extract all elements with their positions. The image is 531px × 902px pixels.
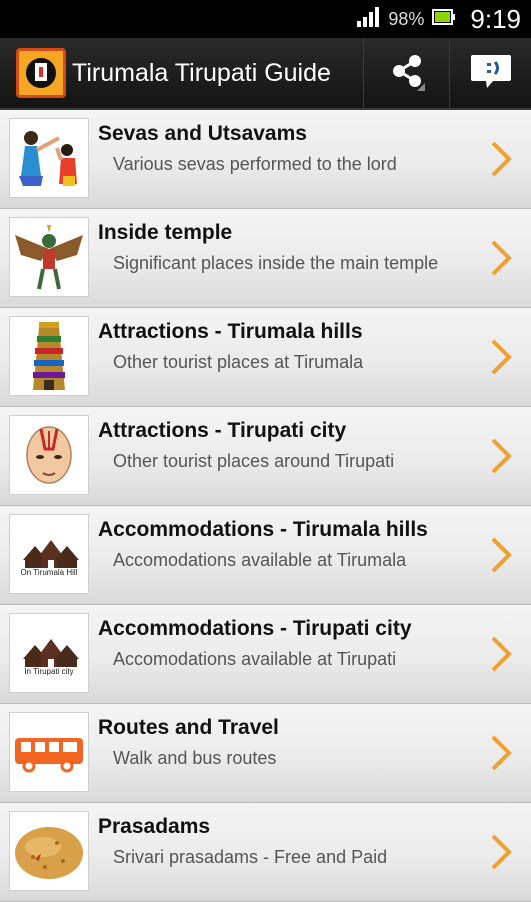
- garuda-illustration: [9, 217, 89, 297]
- item-title: Sevas and Utsavams: [98, 122, 307, 145]
- item-subtitle: Other tourist places at Tirumala: [113, 352, 364, 372]
- chevron-right-icon: [491, 834, 512, 870]
- priest-face-illustration: [9, 415, 89, 495]
- list-item-routes[interactable]: Routes and Travel Walk and bus routes: [0, 704, 531, 803]
- list-item-inside-temple[interactable]: Inside temple Significant places inside …: [0, 209, 531, 308]
- item-title: Inside temple: [98, 221, 233, 244]
- feedback-button[interactable]: [449, 38, 531, 108]
- item-title: Accommodations - Tirumala hills: [98, 518, 428, 541]
- item-subtitle: Other tourist places around Tirupati: [113, 451, 395, 471]
- list-item-attractions-tirumala[interactable]: Attractions - Tirumala hills Other touri…: [0, 308, 531, 407]
- list-item-sevas[interactable]: Sevas and Utsavams Various sevas perform…: [0, 110, 531, 209]
- item-title: Routes and Travel: [98, 716, 279, 739]
- item-title: Accommodations - Tirupati city: [98, 617, 412, 640]
- battery-percent: 98%: [388, 8, 425, 29]
- feedback-icon: [469, 52, 513, 95]
- chevron-right-icon: [491, 735, 512, 771]
- thumb-caption: On Tirumala Hill: [20, 568, 78, 577]
- chevron-right-icon: [491, 438, 512, 474]
- list-item-attractions-tirupati[interactable]: Attractions - Tirupati city Other touris…: [0, 407, 531, 506]
- list-item-accommodations-tirupati[interactable]: In Tirupati city Accommodations - Tirupa…: [0, 605, 531, 704]
- item-subtitle: Accomodations available at Tirumala: [113, 550, 407, 570]
- chevron-right-icon: [491, 636, 512, 672]
- share-button[interactable]: [363, 38, 449, 108]
- list-item-prasadams[interactable]: Prasadams Srivari prasadams - Free and P…: [0, 803, 531, 902]
- item-title: Attractions - Tirumala hills: [98, 320, 363, 343]
- menu-list: Sevas and Utsavams Various sevas perform…: [0, 110, 531, 902]
- share-icon: [387, 51, 427, 96]
- action-bar: Tirumala Tirupati Guide: [0, 38, 531, 110]
- worship-illustration: [9, 118, 89, 198]
- thumb-caption: In Tirupati city: [24, 667, 74, 676]
- status-time: 9:19: [470, 3, 521, 34]
- item-subtitle: Various sevas performed to the lord: [113, 154, 397, 174]
- app-logo-icon[interactable]: [16, 48, 66, 98]
- item-title: Prasadams: [98, 815, 211, 838]
- item-title: Attractions - Tirupati city: [98, 419, 347, 442]
- chevron-right-icon: [491, 339, 512, 375]
- chevron-right-icon: [491, 240, 512, 276]
- chevron-right-icon: [491, 537, 512, 573]
- item-subtitle: Accomodations available at Tirupati: [113, 649, 397, 669]
- laddu-illustration: [9, 811, 89, 891]
- item-subtitle: Srivari prasadams - Free and Paid: [113, 847, 388, 867]
- item-subtitle: Significant places inside the main templ…: [113, 253, 439, 273]
- list-item-accommodations-tirumala[interactable]: On Tirumala Hill Accommodations - Tiruma…: [0, 506, 531, 605]
- chevron-right-icon: [491, 141, 512, 177]
- houses-icon: On Tirumala Hill: [9, 514, 89, 594]
- bus-icon: [9, 712, 89, 792]
- temple-gopuram-illustration: [9, 316, 89, 396]
- battery-icon: [432, 8, 456, 31]
- houses-icon: In Tirupati city: [9, 613, 89, 693]
- status-bar: 98% 9:19: [0, 0, 531, 38]
- signal-icon: [356, 6, 380, 32]
- item-subtitle: Walk and bus routes: [113, 748, 277, 768]
- app-title: Tirumala Tirupati Guide: [72, 58, 331, 87]
